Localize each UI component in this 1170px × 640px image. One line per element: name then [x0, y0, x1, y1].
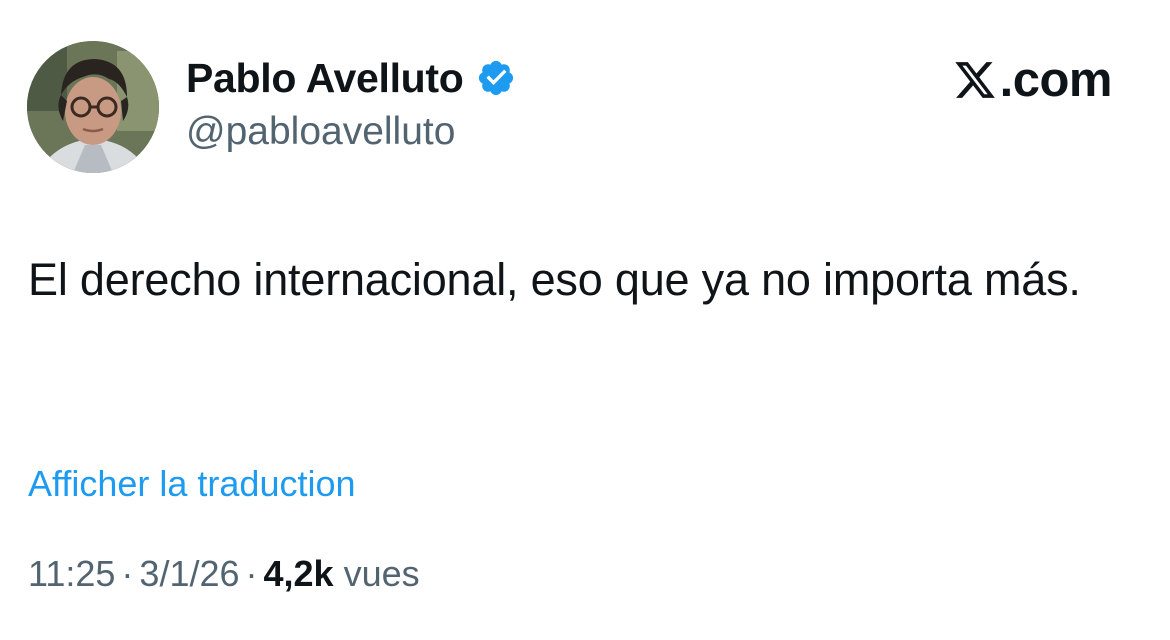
avatar[interactable]	[27, 41, 159, 173]
tweet-metadata: 11:25 · 3/1/26 · 4,2k vues	[28, 550, 420, 598]
profile-photo	[27, 41, 159, 173]
author-display-name[interactable]: Pablo Avelluto	[186, 54, 516, 102]
show-translation-link[interactable]: Afficher la traduction	[28, 460, 356, 508]
meta-separator: ·	[121, 553, 134, 594]
tweet-text: El derecho internacional, eso que ya no …	[28, 254, 1081, 305]
verified-badge-icon[interactable]	[476, 58, 516, 98]
brand-domain-text: .com	[999, 53, 1113, 107]
author-name-text: Pablo Avelluto	[186, 55, 464, 101]
views-count: 4,2k	[263, 553, 334, 594]
tweet-date[interactable]: 3/1/26	[139, 553, 239, 594]
x-logo-icon	[952, 58, 998, 102]
brand-logo: .com	[952, 52, 1113, 108]
tweet-time[interactable]: 11:25	[28, 553, 115, 594]
author-handle[interactable]: @pabloavelluto	[186, 108, 455, 156]
meta-separator: ·	[245, 553, 258, 594]
views-label: vues	[343, 553, 420, 594]
